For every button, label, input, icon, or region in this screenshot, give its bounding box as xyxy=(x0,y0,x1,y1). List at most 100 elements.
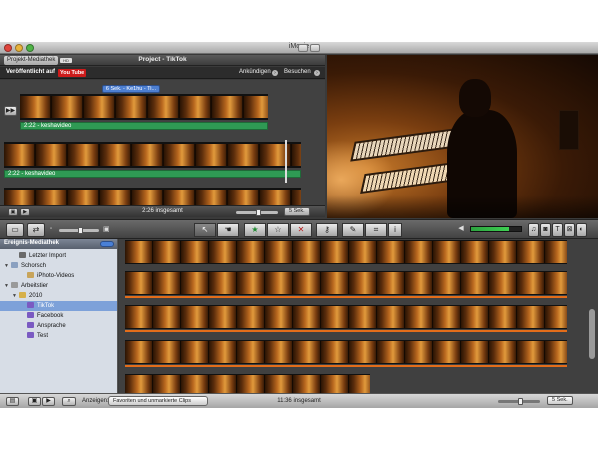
title-bar: iMovie xyxy=(0,42,598,54)
event-browser-scrollbar[interactable] xyxy=(589,309,595,359)
video-viewer[interactable] xyxy=(327,55,598,218)
project-clip-strip[interactable] xyxy=(4,188,301,205)
drive-icon xyxy=(11,282,18,288)
project-title: Project - TikTok xyxy=(138,56,187,63)
film-icon xyxy=(19,252,26,258)
audio-mute-icon[interactable]: ◀︎ xyxy=(455,224,467,235)
camera-import-icon[interactable]: ▭ xyxy=(6,223,24,237)
event-item[interactable]: ▼ Arbeitstier xyxy=(0,281,117,291)
viewer-person-head xyxy=(459,79,491,117)
event-clip-strip[interactable] xyxy=(125,305,567,329)
event-zoom-knob[interactable] xyxy=(518,398,523,405)
event-browser[interactable] xyxy=(119,239,598,393)
event-library-title: Ereignis-Mediathek xyxy=(4,240,60,246)
title-clip[interactable]: 6 Sek. - Ke1hu - Ti... xyxy=(102,85,160,93)
thumbnail-size-knob[interactable] xyxy=(78,227,83,234)
photo-icon xyxy=(27,272,34,278)
project-zoom-knob[interactable] xyxy=(256,209,261,216)
project-duration-label[interactable]: 5 Sek. xyxy=(284,207,310,216)
event-item[interactable]: Ansprache xyxy=(0,321,117,331)
favorite-star-icon[interactable]: ★ xyxy=(244,223,266,237)
layout-toggle-icon[interactable] xyxy=(310,44,320,52)
folder-icon xyxy=(19,292,26,298)
event-item[interactable]: Facebook xyxy=(0,311,117,321)
event-item-label: TikTok xyxy=(37,303,55,309)
project-storyboard[interactable]: 6 Sek. - Ke1hu - Ti... ▶▶ 2:22 - keshavi… xyxy=(0,80,325,205)
visit-arrow-icon[interactable]: › xyxy=(314,70,320,76)
transition-icon[interactable]: ▶▶ xyxy=(4,106,17,116)
event-item[interactable]: TikTok xyxy=(0,301,117,311)
unmark-star-icon[interactable]: ☆ xyxy=(267,223,289,237)
event-icon xyxy=(27,322,34,328)
announce-arrow-icon[interactable]: › xyxy=(272,70,278,76)
used-clip-marker xyxy=(125,330,567,332)
event-icon xyxy=(27,332,34,338)
youtube-badge: You Tube xyxy=(58,69,87,77)
keyword-key-icon[interactable]: ⚷ xyxy=(316,223,338,237)
event-item-label: Arbeitstier xyxy=(21,283,49,289)
audio-level-meter xyxy=(470,226,522,232)
map-browser-icon[interactable]: ◐ xyxy=(576,223,587,237)
event-icon xyxy=(27,312,34,318)
event-library: Ereignis-Mediathek Letzter Import ▼ Schors… xyxy=(0,239,118,393)
dropper-tool-icon[interactable]: ✎ xyxy=(342,223,364,237)
project-clip-label[interactable]: 2:22 - keshavideo xyxy=(4,170,301,178)
visit-link[interactable]: Besuchen xyxy=(284,69,311,75)
main-toolbar: ▭ ⇄ ▫ ▣ ↖ ☚ ★ ☆ ✕ ⚷ ✎ ⌗ i ◀︎ ♫ ◙ T ⊠ ◐ xyxy=(0,219,598,239)
audio-level-fill xyxy=(471,227,509,231)
published-label: Veröffentlicht auf xyxy=(6,69,56,75)
bottom-bar: ▤ ▣ ▶ ⌕ Anzeigen: Favoriten und unmarkie… xyxy=(0,393,598,408)
event-clip-strip[interactable] xyxy=(125,340,567,364)
event-clip-strip[interactable] xyxy=(125,271,567,295)
event-item-label: Ansprache xyxy=(37,323,66,329)
event-item-label: Schorsch xyxy=(21,263,47,269)
disclosure-triangle-icon[interactable]: ▼ xyxy=(12,291,19,301)
used-clip-marker xyxy=(125,365,567,367)
event-item-label: Facebook xyxy=(37,313,64,319)
swap-layout-icon[interactable] xyxy=(298,44,308,52)
event-item[interactable]: ▼ 2010 xyxy=(0,291,117,301)
project-clip-strip[interactable] xyxy=(4,142,301,168)
info-button-icon[interactable]: i xyxy=(388,223,402,237)
disclosure-triangle-icon[interactable]: ▼ xyxy=(4,281,11,291)
viewer-speaker xyxy=(559,110,579,150)
event-toggle-icon[interactable] xyxy=(100,241,114,247)
thumbnail-small-icon: ▫ xyxy=(50,226,53,232)
publish-bar: Veröffentlicht auf You Tube Ankündigen ›… xyxy=(0,67,325,79)
event-icon xyxy=(27,302,34,308)
arrow-tool-icon[interactable]: ↖ xyxy=(194,223,216,237)
project-clip-label[interactable]: 2:22 - keshavideo xyxy=(20,122,268,130)
clip-label-text: 2:22 - keshavideo xyxy=(24,123,72,129)
music-browser-icon[interactable]: ♫ xyxy=(528,223,539,237)
title-browser-icon[interactable]: T xyxy=(552,223,563,237)
project-header: Projekt-Mediathek HD Project - TikTok xyxy=(0,55,325,66)
crop-tool-icon[interactable]: ⌗ xyxy=(365,223,387,237)
event-item-label: Test xyxy=(37,333,49,339)
transition-browser-icon[interactable]: ⊠ xyxy=(564,223,575,237)
event-item[interactable]: Letzter Import xyxy=(0,251,117,261)
photo-browser-icon[interactable]: ◙ xyxy=(540,223,551,237)
viewer-shadow xyxy=(327,195,598,218)
thumbnail-large-icon: ▣ xyxy=(103,226,110,233)
project-clip-strip[interactable] xyxy=(20,94,268,120)
event-clip-strip[interactable] xyxy=(125,374,370,393)
hand-tool-icon[interactable]: ☚ xyxy=(217,223,239,237)
clip-label-text: 2:22 - keshavideo xyxy=(8,171,56,177)
event-clip-strip[interactable] xyxy=(125,240,567,264)
event-item[interactable]: ▼ Schorsch xyxy=(0,261,117,271)
event-item[interactable]: iPhoto-Videos xyxy=(0,271,117,281)
disclosure-triangle-icon[interactable]: ▼ xyxy=(4,261,11,271)
event-item-label: iPhoto-Videos xyxy=(37,273,75,279)
swap-events-icon[interactable]: ⇄ xyxy=(27,223,45,237)
reject-x-icon[interactable]: ✕ xyxy=(290,223,312,237)
used-clip-marker xyxy=(125,296,567,298)
tool-group: ↖ ☚ ★ ☆ ✕ ⚷ ✎ ⌗ i xyxy=(194,223,402,237)
project-footer: ▣ ▶ 2:26 insgesamt 5 Sek. xyxy=(0,205,325,217)
playhead[interactable] xyxy=(285,140,287,183)
imovie-window: iMovie Projekt-Mediathek HD Project - Ti… xyxy=(0,42,598,408)
announce-link[interactable]: Ankündigen xyxy=(239,69,271,75)
event-item[interactable]: Test xyxy=(0,331,117,341)
event-duration-label[interactable]: 5 Sek. xyxy=(547,396,573,405)
event-item-label: 2010 xyxy=(29,293,43,299)
event-library-header: Ereignis-Mediathek xyxy=(0,239,117,249)
